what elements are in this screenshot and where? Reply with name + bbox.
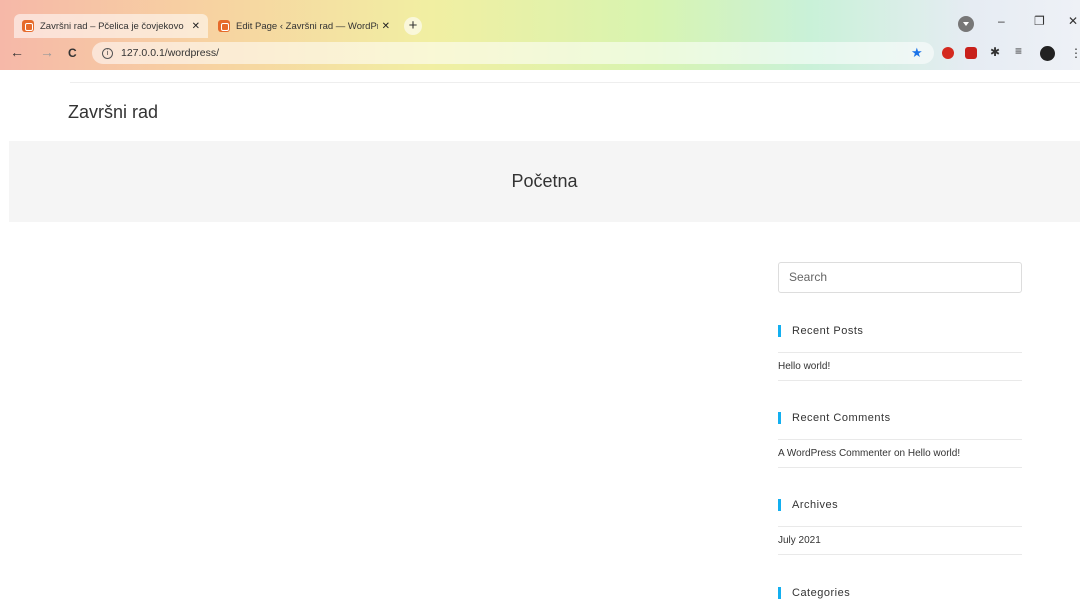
widget-divider xyxy=(778,439,1022,440)
page-header-banner: Početna xyxy=(9,141,1080,222)
bookmark-star-icon[interactable]: ★ xyxy=(911,45,923,61)
page-content: Završni rad Početna Search Recent Posts … xyxy=(0,70,1080,614)
reading-list-icon[interactable]: ≡ xyxy=(1015,44,1027,58)
tab-title: Edit Page ‹ Završni rad — WordPress xyxy=(236,20,378,32)
search-input[interactable]: Search xyxy=(778,262,1022,293)
tab-inactive[interactable]: Edit Page ‹ Završni rad — WordPress ✕ xyxy=(210,14,398,38)
site-title[interactable]: Završni rad xyxy=(68,102,158,123)
tab-bar: Završni rad – Pčelica je čovjekovo ✕ Edi… xyxy=(0,0,1080,38)
xampp-favicon-icon xyxy=(218,20,230,32)
close-window-button[interactable]: ✕ xyxy=(1068,14,1078,28)
header-divider xyxy=(70,82,1080,83)
widget-divider xyxy=(778,467,1022,468)
opera-extension-icon[interactable] xyxy=(942,47,954,59)
widget-divider xyxy=(778,526,1022,527)
tab-close-icon[interactable]: ✕ xyxy=(192,21,200,32)
recent-post-link[interactable]: Hello world! xyxy=(778,361,830,372)
widget-categories: Categories xyxy=(778,586,1022,600)
browser-toolbar: ← → C i 127.0.0.1/wordpress/ ★ ✱ ≡ ⋮ xyxy=(0,38,1080,68)
menu-kebab-icon[interactable]: ⋮ xyxy=(1070,46,1080,60)
profile-avatar[interactable] xyxy=(1040,46,1055,61)
forward-button[interactable]: → xyxy=(40,44,54,60)
widget-archives: Archives xyxy=(778,498,1022,512)
tab-close-icon[interactable]: ✕ xyxy=(382,21,390,32)
widget-title: Recent Comments xyxy=(778,411,1022,425)
address-bar[interactable]: i 127.0.0.1/wordpress/ xyxy=(92,42,934,64)
info-icon[interactable]: i xyxy=(102,47,113,59)
widget-recent-posts: Recent Posts xyxy=(778,324,1022,338)
widget-recent-comments: Recent Comments xyxy=(778,411,1022,425)
extensions-puzzle-icon[interactable]: ✱ xyxy=(990,45,1002,59)
widget-divider xyxy=(778,380,1022,381)
tab-title: Završni rad – Pčelica je čovjekovo xyxy=(40,20,184,32)
new-tab-button[interactable]: + xyxy=(404,17,422,35)
tab-active[interactable]: Završni rad – Pčelica je čovjekovo ✕ xyxy=(14,14,208,38)
archive-link[interactable]: July 2021 xyxy=(778,535,821,546)
widget-divider xyxy=(778,554,1022,555)
back-button[interactable]: ← xyxy=(10,44,24,60)
page-title: Početna xyxy=(511,171,578,191)
recent-comment-link[interactable]: A WordPress Commenter on Hello world! xyxy=(778,448,960,459)
sidebar: Search Recent Posts Hello world! Recent … xyxy=(778,262,1022,599)
widget-title: Categories xyxy=(778,586,1022,600)
pdf-extension-icon[interactable] xyxy=(965,47,977,59)
browser-chrome: Završni rad – Pčelica je čovjekovo ✕ Edi… xyxy=(0,0,1080,70)
reload-button[interactable]: C xyxy=(68,46,77,60)
tab-search-icon[interactable] xyxy=(958,16,974,32)
minimize-button[interactable]: – xyxy=(998,14,1005,28)
widget-divider xyxy=(778,352,1022,353)
restore-button[interactable]: ❐ xyxy=(1034,14,1045,28)
xampp-favicon-icon xyxy=(22,20,34,32)
widget-title: Recent Posts xyxy=(778,324,1022,338)
url-text: 127.0.0.1/wordpress/ xyxy=(121,47,220,59)
widget-title: Archives xyxy=(778,498,1022,512)
